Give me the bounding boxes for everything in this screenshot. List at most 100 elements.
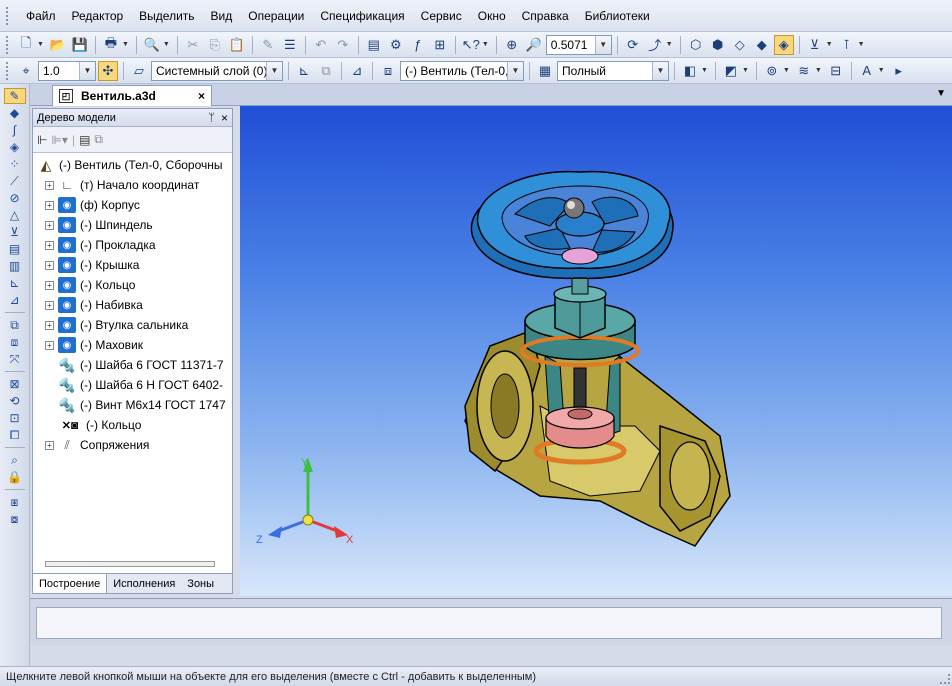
open-icon[interactable]: 📂 — [48, 35, 68, 55]
preview-dropdown-icon[interactable]: ▼ — [163, 41, 170, 48]
expand-icon[interactable]: + — [45, 200, 54, 210]
3d-viewport[interactable]: Y X Z — [240, 106, 952, 596]
variables-icon[interactable]: ⚙ — [386, 35, 406, 55]
menu-grip[interactable] — [6, 6, 10, 25]
sheet-metal-icon[interactable]: ⊿ — [4, 292, 26, 308]
function-icon[interactable]: ƒ — [408, 35, 428, 55]
filters-icon[interactable]: ⊻ — [4, 224, 26, 240]
mates-icon[interactable]: ⊘ — [4, 190, 26, 206]
elements-icon[interactable]: ⊾ — [4, 275, 26, 291]
close-icon[interactable]: × — [221, 111, 228, 125]
expand-icon[interactable]: + — [45, 320, 54, 330]
help-dropdown-icon[interactable]: ▼ — [482, 41, 489, 48]
orientation-icon[interactable]: ⤴ — [645, 35, 665, 55]
pin-icon[interactable]: ᛘ — [208, 112, 215, 124]
measure-icon[interactable]: ⊞ — [430, 35, 450, 55]
format-painter-icon[interactable]: ✎ — [258, 35, 278, 55]
toolbar-grip[interactable] — [6, 61, 10, 80]
expand-icon[interactable]: + — [45, 220, 54, 230]
snap-icon[interactable]: ✣ — [98, 60, 118, 81]
selection-filter-icon[interactable]: ⊺ — [837, 35, 857, 55]
edit-component-icon[interactable]: ⧈ — [378, 61, 398, 81]
undo-icon[interactable]: ↶ — [311, 35, 331, 55]
solid-ops-icon[interactable]: ◆ — [4, 105, 26, 121]
print-dropdown-icon[interactable]: ▼ — [122, 41, 129, 48]
fix-component-icon[interactable]: ⊠ — [4, 376, 26, 392]
rotate-icon[interactable]: ⟳ — [623, 35, 643, 55]
tab-list-icon[interactable]: ▼ — [936, 88, 946, 99]
spatial-curves-icon[interactable]: ∫ — [4, 122, 26, 138]
move-component-icon[interactable]: ⤧ — [4, 351, 26, 367]
copy-component-icon[interactable]: ⧠ — [4, 427, 26, 443]
color-layers-dropdown-icon[interactable]: ▼ — [701, 67, 708, 74]
plane-icon[interactable]: ◩ — [721, 61, 741, 81]
tab-variants[interactable]: Исполнения — [107, 574, 181, 593]
tree-item[interactable]: ✕ ◙ (-) Кольцо — [37, 415, 230, 435]
menu-help[interactable]: Справка — [514, 5, 577, 27]
marker-icon[interactable]: ⊟ — [826, 61, 846, 81]
expand-icon[interactable]: + — [45, 440, 54, 450]
valve-disc[interactable] — [545, 406, 615, 449]
menu-view[interactable]: Вид — [203, 5, 241, 27]
paste-icon[interactable]: 📋 — [227, 35, 247, 55]
tree-item[interactable]: + ◉ (ф) Корпус — [37, 195, 230, 215]
display-mode-icon[interactable]: ▦ — [535, 61, 555, 81]
menu-libraries[interactable]: Библиотеки — [577, 5, 658, 27]
new-document-icon[interactable]: 🗋 — [16, 35, 36, 55]
tree-root[interactable]: ◭ (-) Вентиль (Тел-0, Сборочны — [37, 155, 230, 175]
tree-item[interactable]: 🔩 (-) Винт М6х14 ГОСТ 1747 — [37, 395, 230, 415]
search-component-icon[interactable]: ⌕ — [4, 452, 26, 468]
local-cs-icon[interactable]: ⊾ — [294, 61, 314, 81]
tab-build[interactable]: Построение — [33, 574, 108, 593]
properties-icon[interactable]: ☰ — [280, 35, 300, 55]
expand-icon[interactable]: + — [45, 180, 54, 190]
text-style-dropdown-icon[interactable]: ▼ — [878, 67, 885, 74]
display-mode-combo[interactable]: Полный ▼ — [557, 60, 669, 81]
layers-dropdown-icon[interactable]: ▼ — [815, 67, 822, 74]
copy-icon[interactable]: ⎘ — [205, 35, 225, 55]
library-dropdown-icon[interactable]: ▼ — [783, 67, 790, 74]
tree-item[interactable]: + ◉ (-) Набивка — [37, 295, 230, 315]
menu-service[interactable]: Сервис — [413, 5, 470, 27]
chevron-down-icon[interactable]: ▼ — [652, 61, 668, 80]
tree-refresh-icon[interactable]: ⧉ — [94, 132, 103, 147]
surfaces-icon[interactable]: ◈ — [4, 139, 26, 155]
zoom-level-combo[interactable]: 0.5071 ▼ — [545, 34, 612, 55]
chevron-down-icon[interactable]: ▼ — [594, 35, 611, 54]
sketch-icon[interactable]: ⊿ — [347, 61, 367, 81]
close-icon[interactable]: × — [198, 89, 205, 103]
expand-icon[interactable]: + — [45, 300, 54, 310]
expand-icon[interactable]: + — [45, 260, 54, 270]
expand-icon[interactable]: + — [45, 280, 54, 290]
tree-structure-icon[interactable]: ⊩ — [37, 133, 47, 147]
zoom-dynamic-icon[interactable]: 🔎 — [524, 35, 544, 55]
tree-item[interactable]: + ◉ (-) Шпиндель — [37, 215, 230, 235]
tree-item[interactable]: + ◉ (-) Кольцо — [37, 275, 230, 295]
menu-specification[interactable]: Спецификация — [312, 5, 412, 27]
tree-horizontal-scrollbar[interactable] — [45, 561, 215, 567]
collision-icon[interactable]: ⊡ — [4, 410, 26, 426]
sections-icon[interactable]: ⧆ — [4, 494, 26, 510]
tree-item[interactable]: + ∟ (т) Начало координат — [37, 175, 230, 195]
wireframe-icon[interactable]: ⬡ — [686, 35, 706, 55]
chevron-down-icon[interactable]: ▼ — [79, 61, 95, 80]
new-document-dropdown-icon[interactable]: ▼ — [37, 41, 44, 48]
lock-component-icon[interactable]: 🔒 — [4, 469, 26, 485]
color-layers-icon[interactable]: ◧ — [680, 61, 700, 81]
tree-item[interactable]: + ◉ (-) Маховик — [37, 335, 230, 355]
menu-edit[interactable]: Редактор — [64, 5, 132, 27]
tree-item[interactable]: 🔩 (-) Шайба 6 ГОСТ 11371-7 — [37, 355, 230, 375]
tab-zones[interactable]: Зоны — [181, 574, 220, 593]
hidden-thin-icon[interactable]: ◇ — [730, 35, 750, 55]
specification-icon[interactable]: ▤ — [4, 241, 26, 257]
filter-icon[interactable]: ⊻ — [805, 35, 825, 55]
explode-icon[interactable]: ⧇ — [4, 511, 26, 527]
menu-operations[interactable]: Операции — [240, 5, 312, 27]
cursor-step-icon[interactable]: ⌖ — [16, 61, 36, 81]
menu-file[interactable]: Файл — [18, 5, 64, 27]
chevron-down-icon[interactable]: ▼ — [266, 61, 282, 80]
layers-icon[interactable]: ≋ — [794, 61, 814, 81]
tree-item[interactable]: + ◉ (-) Втулка сальника — [37, 315, 230, 335]
orient-cs-icon[interactable]: ⧉ — [316, 61, 336, 81]
edit-assembly-icon[interactable]: ✎ — [3, 88, 26, 104]
